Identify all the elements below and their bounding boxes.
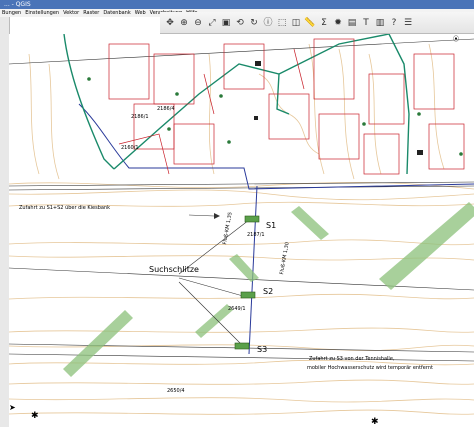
menu-item-vektor[interactable]: Vektor <box>63 9 79 17</box>
menu-item-datenbank[interactable]: Datenbank <box>103 9 130 17</box>
parcel-label: 2649/1 <box>228 306 246 312</box>
menu-item-web[interactable]: Web <box>135 9 146 17</box>
annotation-icon[interactable]: ▤ <box>346 17 358 29</box>
station-s2-marker <box>240 291 256 299</box>
zoom-full-icon[interactable]: ⤢ <box>206 17 218 29</box>
station-label-s2: S2 <box>263 287 274 296</box>
map-canvas[interactable]: 2186/1 2186/4 2160/1 2187/1 2649/1 2650/… <box>8 33 474 427</box>
parcel-label: 2160/1 <box>121 145 139 151</box>
refresh-icon[interactable]: ↻ <box>248 17 260 29</box>
zoom-out-icon[interactable]: ⊖ <box>192 17 204 29</box>
select-icon[interactable]: ⬚ <box>276 17 288 29</box>
map-navigation-toolbar: ✥ ⊕ ⊖ ⤢ ▣ ⟲ ↻ ⓘ ⬚ ◫ 📏 Σ ✹ ▤ T ▥ ? ☰ <box>160 12 474 34</box>
parcel-label: 2186/1 <box>131 114 149 120</box>
station-s3-marker <box>234 342 250 350</box>
station-label-s1: S1 <box>266 221 277 230</box>
text-icon[interactable]: T <box>360 17 372 29</box>
menu-item-raster[interactable]: Raster <box>83 9 99 17</box>
menu-item-bungen[interactable]: Bungen <box>2 9 21 17</box>
annotation-zufahrt-s3-line1: Zufahrt zu S3 von der Tennishalle, <box>309 356 395 362</box>
measure-icon[interactable]: 📏 <box>304 17 316 29</box>
station-s1-marker <box>244 215 260 223</box>
menu-item-einstellungen[interactable]: Einstellungen <box>25 9 59 17</box>
zoom-in-icon[interactable]: ⊕ <box>178 17 190 29</box>
north-arrow-icon: ⦿ <box>453 36 460 43</box>
gear-icon[interactable]: ✹ <box>332 17 344 29</box>
annotation-suchschlitze: Suchschlitze <box>149 265 199 274</box>
pan-icon[interactable]: ✥ <box>164 17 176 29</box>
tips-icon[interactable]: ☰ <box>402 17 414 29</box>
annotation-zufahrt-s3-line2: mobiler Hochwasserschutz wird temporär e… <box>307 365 433 371</box>
identify-icon[interactable]: ⓘ <box>262 17 274 29</box>
bookmark-icon[interactable]: ▥ <box>374 17 386 29</box>
tree-symbol-icon: ✱ <box>371 417 379 427</box>
tree-symbol-icon: ✱ <box>31 411 39 421</box>
sum-icon[interactable]: Σ <box>318 17 330 29</box>
zoom-last-icon[interactable]: ⟲ <box>234 17 246 29</box>
arrow-cursor-icon: ➤ <box>9 403 16 412</box>
parcel-label: 2186/4 <box>157 106 175 112</box>
parcel-label: 2650/4 <box>167 388 185 394</box>
annotation-zufahrt-s1s2: Zufahrt zu S1+S2 über die Kiesbank <box>19 205 111 211</box>
zoom-layer-icon[interactable]: ▣ <box>220 17 232 29</box>
deselect-icon[interactable]: ◫ <box>290 17 302 29</box>
station-label-s3: S3 <box>257 345 268 354</box>
window-title: ... - QGIS <box>4 1 31 8</box>
help-icon[interactable]: ? <box>388 17 400 29</box>
title-bar: ... - QGIS <box>0 0 474 9</box>
parcel-label: 2187/1 <box>247 232 265 238</box>
